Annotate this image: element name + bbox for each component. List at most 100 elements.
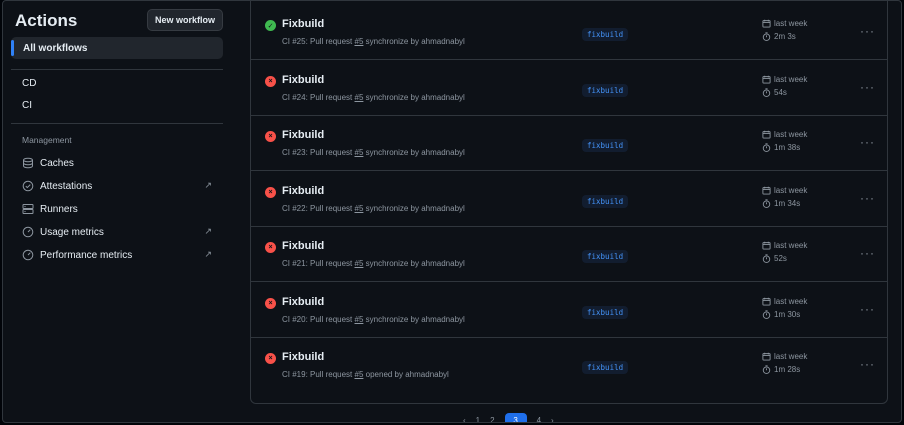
run-date-text: last week xyxy=(774,74,808,84)
stopwatch-icon xyxy=(762,365,771,374)
more-options-icon[interactable]: ··· xyxy=(860,191,875,205)
sidebar-item-usage-metrics[interactable]: Usage metrics ↗ xyxy=(22,224,222,240)
more-options-icon[interactable]: ··· xyxy=(860,302,875,316)
calendar-icon xyxy=(762,75,771,84)
workflow-run-row[interactable]: × Fixbuild CI #24: Pull request #5 synch… xyxy=(251,61,887,116)
branch-label[interactable]: fixbuild xyxy=(582,194,629,208)
run-duration: 54s xyxy=(762,88,787,97)
x-circle-icon: × xyxy=(265,242,276,253)
x-circle-icon: × xyxy=(265,353,276,364)
run-date: last week xyxy=(762,241,807,250)
run-event: synchronize by ahmadnabyl xyxy=(365,37,465,46)
run-duration-text: 1m 34s xyxy=(774,198,801,208)
run-event: synchronize by ahmadnabyl xyxy=(365,92,465,102)
x-circle-icon: × xyxy=(265,131,276,142)
run-duration-text: 1m 28s xyxy=(774,365,801,374)
current-page[interactable]: 3 xyxy=(504,413,527,422)
run-title[interactable]: Fixbuild xyxy=(282,129,324,141)
sidebar-item-caches[interactable]: Caches xyxy=(22,155,222,171)
calendar-icon xyxy=(762,186,771,195)
run-event: synchronize by ahmadnabyl xyxy=(365,314,465,324)
run-date-text: last week xyxy=(774,130,808,139)
more-options-icon[interactable]: ··· xyxy=(860,246,875,260)
workflow-run-row[interactable]: ✓ Fixbuild CI #25: Pull request #5 synch… xyxy=(251,5,887,60)
selected-indicator xyxy=(11,40,14,56)
calendar-icon xyxy=(762,297,771,306)
actions-page: Actions New workflow All workflows CD CI… xyxy=(2,0,902,423)
sidebar-item-label: All workflows xyxy=(23,42,88,54)
run-description: CI #22: Pull request #5 synchronize by a… xyxy=(282,204,465,213)
run-date: last week xyxy=(762,75,807,84)
sidebar-item-cd[interactable]: CD xyxy=(22,78,36,89)
more-options-icon[interactable]: ··· xyxy=(860,24,875,38)
previous-page-link[interactable]: ‹ xyxy=(463,416,466,423)
workflow-run-row[interactable]: × Fixbuild CI #22: Pull request #5 synch… xyxy=(251,172,887,227)
sidebar-item-attestations[interactable]: Attestations ↗ xyxy=(22,178,222,194)
external-link-icon: ↗ xyxy=(204,249,212,259)
sidebar-item-ci[interactable]: CI xyxy=(22,100,32,111)
external-link-icon: ↗ xyxy=(204,226,212,236)
page-link[interactable]: 4 xyxy=(537,416,541,423)
meter-icon xyxy=(22,226,34,238)
sidebar-item-all-workflows[interactable]: All workflows xyxy=(11,37,223,59)
pull-request-link[interactable]: #5 xyxy=(355,259,364,268)
run-number: CI #25: Pull request xyxy=(282,37,353,46)
workflow-run-row[interactable]: × Fixbuild CI #21: Pull request #5 synch… xyxy=(251,227,887,282)
sidebar-item-label: Usage metrics xyxy=(40,226,104,238)
run-description: CI #25: Pull request #5 synchronize by a… xyxy=(282,37,465,46)
run-event: synchronize by ahmadnabyl xyxy=(365,259,465,268)
pull-request-link[interactable]: #5 xyxy=(355,93,364,102)
pull-request-link[interactable]: #5 xyxy=(355,315,364,324)
check-circle-icon: ✓ xyxy=(265,20,276,31)
branch-label[interactable]: fixbuild xyxy=(582,139,629,152)
more-options-icon[interactable]: ··· xyxy=(860,80,875,94)
run-title[interactable]: Fixbuild xyxy=(282,351,324,363)
run-duration-text: 2m 3s xyxy=(774,32,796,41)
run-event: opened by ahmadnabyl xyxy=(365,370,449,379)
run-duration: 1m 30s xyxy=(762,310,800,319)
more-options-icon[interactable]: ··· xyxy=(860,357,875,371)
workflow-run-row[interactable]: × Fixbuild CI #23: Pull request #5 synch… xyxy=(251,116,887,171)
calendar-icon xyxy=(762,130,771,139)
run-title[interactable]: Fixbuild xyxy=(282,74,324,86)
more-options-icon[interactable]: ··· xyxy=(860,135,875,149)
next-page-link[interactable]: › xyxy=(551,416,554,423)
run-date-text: last week xyxy=(774,296,808,306)
sidebar-item-performance-metrics[interactable]: Performance metrics ↗ xyxy=(22,247,222,263)
workflow-run-row[interactable]: × Fixbuild CI #19: Pull request #5 opene… xyxy=(251,338,887,393)
run-number: CI #21: Pull request xyxy=(282,259,353,268)
calendar-icon xyxy=(762,19,771,28)
stopwatch-icon xyxy=(762,309,771,319)
branch-label[interactable]: fixbuild xyxy=(582,28,629,41)
stopwatch-icon xyxy=(762,254,771,263)
branch-label[interactable]: fixbuild xyxy=(582,83,629,97)
page-link[interactable]: 1 xyxy=(476,416,480,423)
sidebar-title: Actions xyxy=(15,11,78,30)
x-circle-icon: × xyxy=(265,297,276,309)
page-link[interactable]: 2 xyxy=(490,416,494,423)
run-title[interactable]: Fixbuild xyxy=(282,185,324,197)
run-duration: 1m 38s xyxy=(762,143,800,152)
pull-request-link[interactable]: #5 xyxy=(355,37,364,46)
stopwatch-icon xyxy=(762,32,771,41)
run-date: last week xyxy=(762,297,807,306)
run-description: CI #20: Pull request #5 synchronize by a… xyxy=(282,315,465,324)
sidebar-item-runners[interactable]: Runners xyxy=(22,201,222,217)
run-description: CI #23: Pull request #5 synchronize by a… xyxy=(282,148,465,157)
run-title[interactable]: Fixbuild xyxy=(282,18,324,30)
branch-label[interactable]: fixbuild xyxy=(582,361,629,374)
new-workflow-button[interactable]: New workflow xyxy=(147,9,223,31)
pull-request-link[interactable]: #5 xyxy=(355,370,364,379)
sidebar-item-label: Attestations xyxy=(40,180,93,192)
workflow-run-row[interactable]: × Fixbuild CI #20: Pull request #5 synch… xyxy=(251,283,887,338)
run-date: last week xyxy=(762,186,807,195)
run-duration: 1m 28s xyxy=(762,365,800,374)
run-description: CI #21: Pull request #5 synchronize by a… xyxy=(282,259,465,268)
branch-label[interactable]: fixbuild xyxy=(582,250,629,263)
sidebar: Actions New workflow All workflows CD CI… xyxy=(3,1,234,422)
branch-label[interactable]: fixbuild xyxy=(582,305,629,319)
run-title[interactable]: Fixbuild xyxy=(282,240,324,252)
run-title[interactable]: Fixbuild xyxy=(282,296,324,308)
pull-request-link[interactable]: #5 xyxy=(355,148,364,157)
pull-request-link[interactable]: #5 xyxy=(355,204,364,213)
